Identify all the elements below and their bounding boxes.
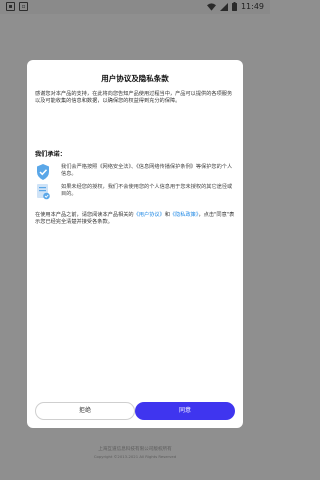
footer-copyright: Copyright ©2013-2021 All Rights Reserved <box>93 454 177 459</box>
promise-item-2: 如果未经您的授权，我们不会使用您的个人信息用于您未授权的其它途径或目的。 <box>35 184 237 208</box>
promise-text-2: 如果未经您的授权，我们不会使用您的个人信息用于您未授权的其它途径或目的。 <box>61 184 233 198</box>
notification-icon-2: ▫ <box>19 2 28 11</box>
status-left-icons: ▪ ▫ <box>6 2 28 11</box>
notification-icon-1: ▪ <box>6 2 15 11</box>
footer-company: 上海互道信息科技有限公司版权所有 <box>98 447 172 452</box>
intro-text: 感谢您对本产品的支持，在此将向您告知产品使用过程当中，产品可以提供的各项服务以及… <box>35 91 233 105</box>
agreement-text: 在使用本产品之前，请您阅读本产品相关的《用户协议》和《隐私政策》，点击"同意"表… <box>35 212 237 227</box>
battery-icon <box>231 2 237 11</box>
privacy-policy-link[interactable]: 《隐私政策》 <box>170 212 199 218</box>
user-agreement-link[interactable]: 《用户协议》 <box>134 212 165 218</box>
agreement-prefix: 在使用本产品之前，请您阅读本产品相关的 <box>35 212 134 218</box>
status-bar: ▪ ▫ 11:49 <box>0 0 270 14</box>
dialog-title: 用户协议及隐私条款 <box>101 74 169 83</box>
status-time: 11:49 <box>240 2 264 11</box>
agree-button[interactable]: 同意 <box>135 402 235 420</box>
status-right-icons: 11:49 <box>206 1 264 12</box>
promise-text-1: 我们会严格按照《网络安全法》、《信息网络传播保护条例》等保护您的个人信息。 <box>61 164 233 178</box>
wifi-icon <box>206 2 216 11</box>
privacy-dialog: 用户协议及隐私条款 感谢您对本产品的支持，在此将向您告知产品使用过程当中，产品可… <box>27 60 243 428</box>
shield-check-icon <box>37 164 49 180</box>
document-icon <box>37 184 50 200</box>
promise-heading: 我们承诺： <box>35 151 66 158</box>
signal-icon <box>219 2 228 11</box>
reject-button[interactable]: 拒绝 <box>35 402 135 420</box>
